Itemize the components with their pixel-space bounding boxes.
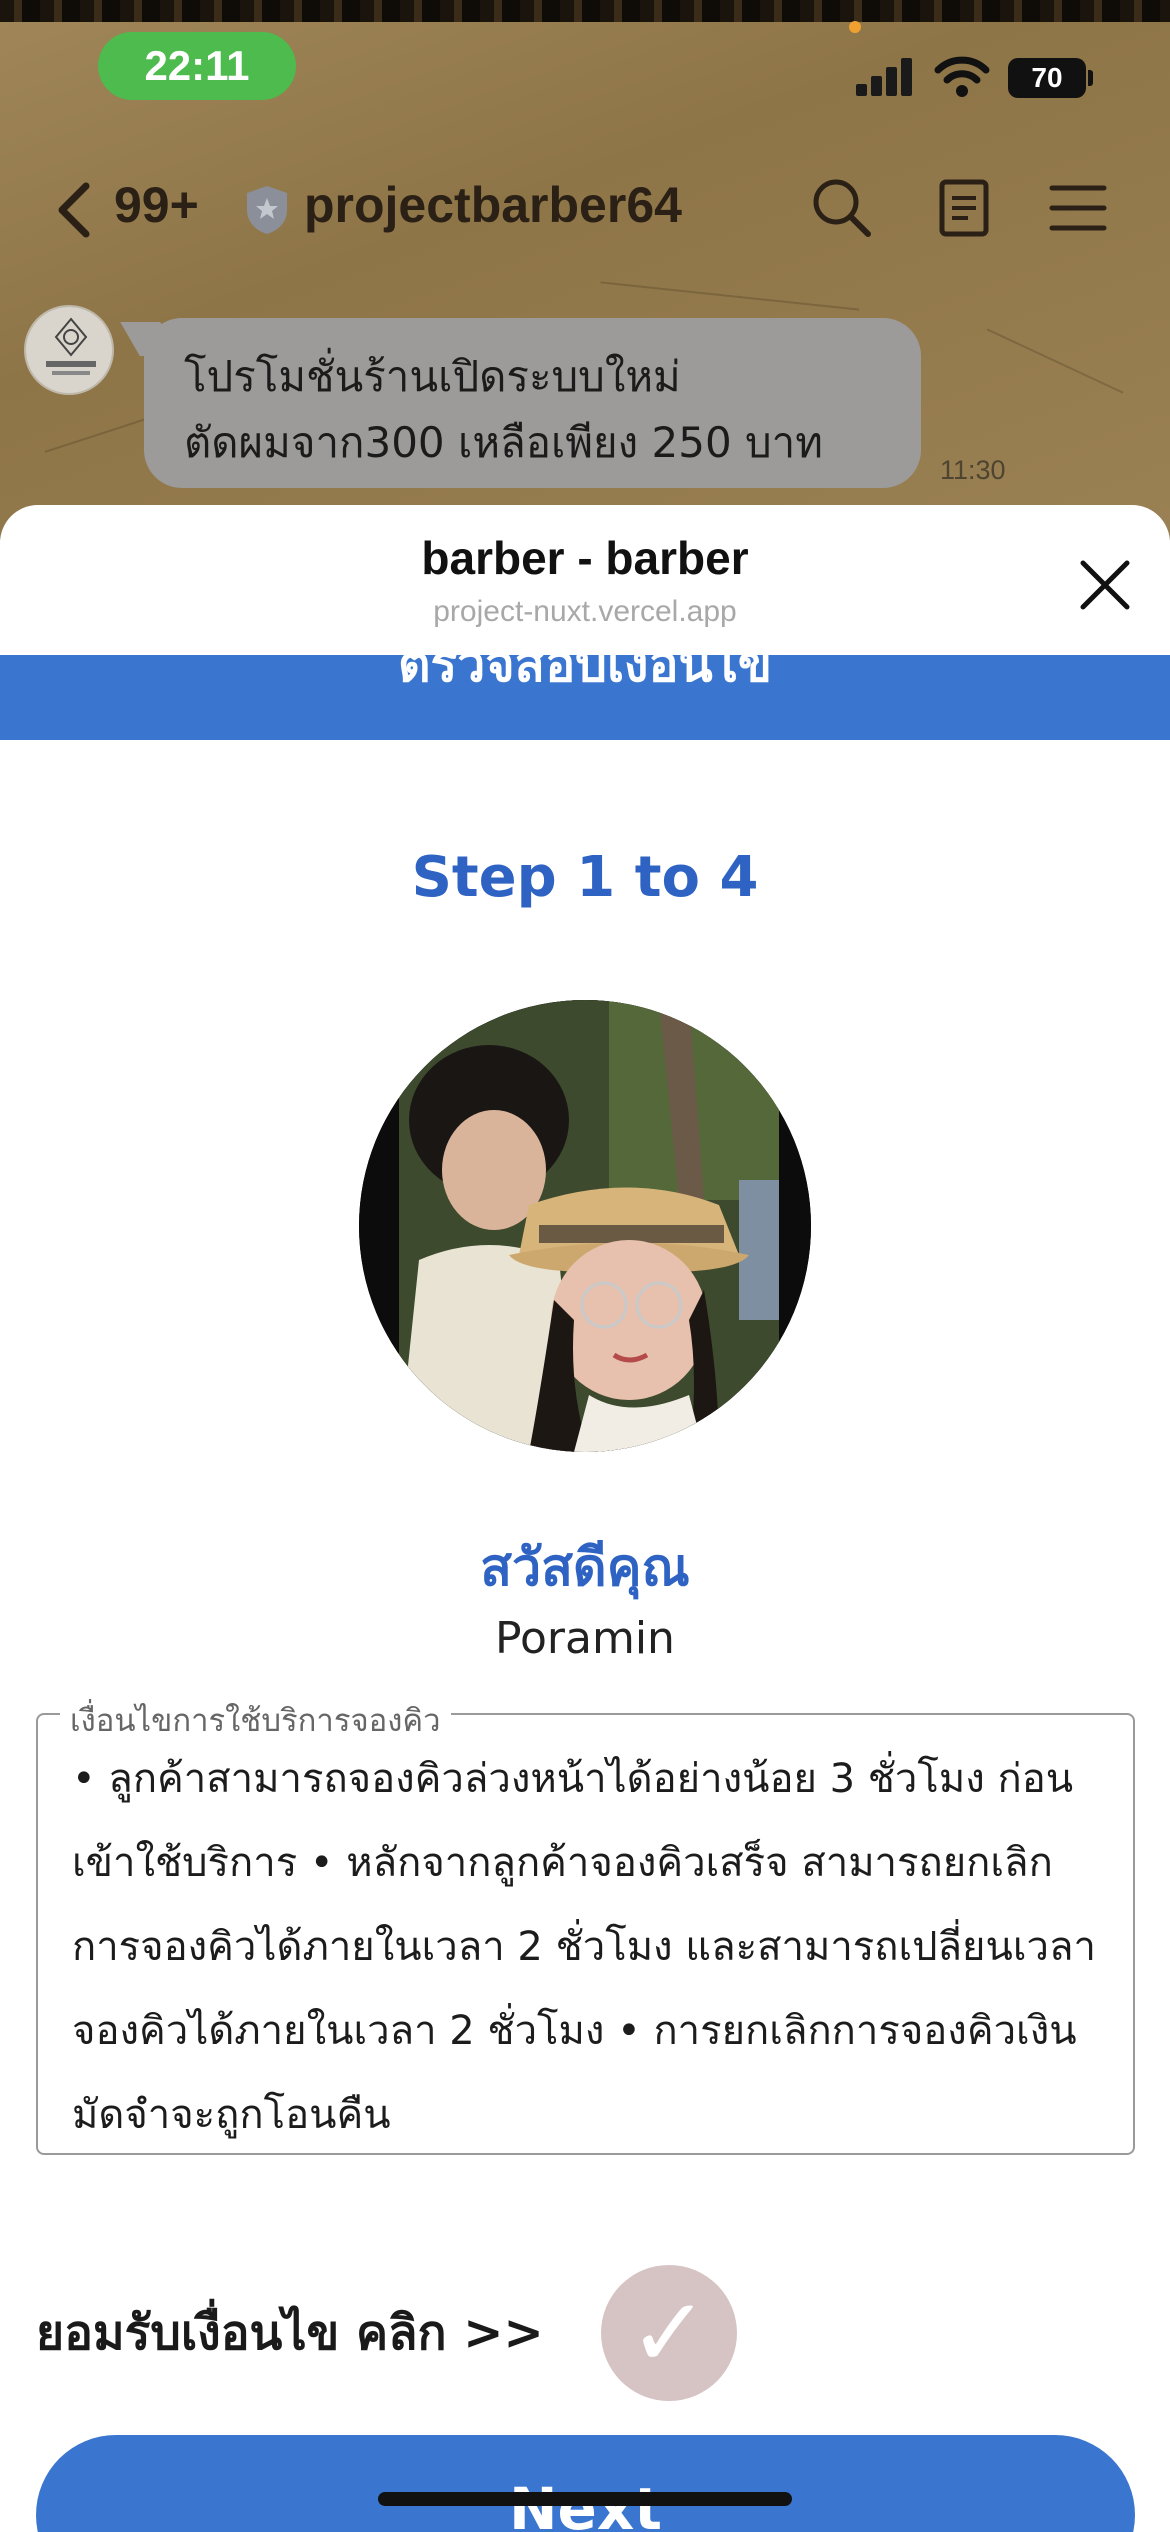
page-banner: ตรวจสอบเงื่อนไข [0, 655, 1170, 740]
accept-terms-label: ยอมรับเงื่อนไข คลิก >> [36, 2305, 544, 2361]
close-icon[interactable] [1075, 555, 1135, 615]
battery-indicator: 70 [1008, 58, 1086, 98]
search-icon[interactable] [810, 176, 874, 240]
back-chevron-icon[interactable] [52, 180, 96, 240]
next-button[interactable]: Next [36, 2435, 1135, 2532]
terms-text: • ลูกค้าสามารถจองคิวล่วงหน้าได้อย่างน้อย… [72, 1756, 1096, 2138]
home-indicator[interactable] [378, 2492, 792, 2506]
message-line: โปรโมชั่นร้านเปิดระบบใหม่ [184, 352, 681, 401]
wifi-icon [934, 56, 990, 97]
step-title: Step 1 to 4 [411, 845, 759, 910]
chat-title: projectbarber64 [304, 177, 682, 233]
greeting-text: สวัสดีคุณ [480, 1538, 690, 1598]
signal-icon [856, 56, 916, 96]
terms-legend: เงื่อนไขการใช้บริการจองคิว [60, 1695, 451, 1745]
chat-header: 99+ projectbarber64 [0, 150, 1170, 270]
accept-terms-checkbox[interactable]: ✓ [601, 2265, 737, 2401]
sheet-url: project-nuxt.vercel.app [433, 595, 737, 628]
status-bar: 22:11 70 [0, 0, 1170, 130]
battery-tip [1088, 70, 1093, 86]
status-time: 22:11 [98, 32, 296, 100]
sender-avatar[interactable] [24, 305, 114, 395]
page-banner-text: ตรวจสอบเงื่อนไข [397, 655, 773, 693]
wallpaper-line [986, 328, 1124, 394]
shield-icon [247, 186, 287, 234]
message-bubble[interactable]: โปรโมชั่นร้านเปิดระบบใหม่ ตัดผมจาก300 เห… [144, 318, 921, 488]
profile-photo-image [359, 1000, 811, 1452]
privacy-indicator [849, 21, 861, 33]
message-line: ตัดผมจาก300 เหลือเพียง 250 บาท [184, 418, 823, 467]
username-text: Poramin [495, 1613, 675, 1664]
wallpaper-line [600, 281, 860, 311]
notes-icon[interactable] [932, 176, 996, 240]
barber-logo-icon [46, 317, 96, 375]
profile-photo [359, 1000, 811, 1452]
sheet-title: barber - barber [421, 532, 749, 584]
message-time: 11:30 [940, 455, 1006, 485]
webview-sheet: barber - barber project-nuxt.vercel.app … [0, 505, 1170, 2532]
terms-textarea[interactable]: • ลูกค้าสามารถจองคิวล่วงหน้าได้อย่างน้อย… [36, 1713, 1135, 2155]
unread-count[interactable]: 99+ [114, 176, 199, 234]
menu-icon[interactable] [1046, 176, 1110, 240]
